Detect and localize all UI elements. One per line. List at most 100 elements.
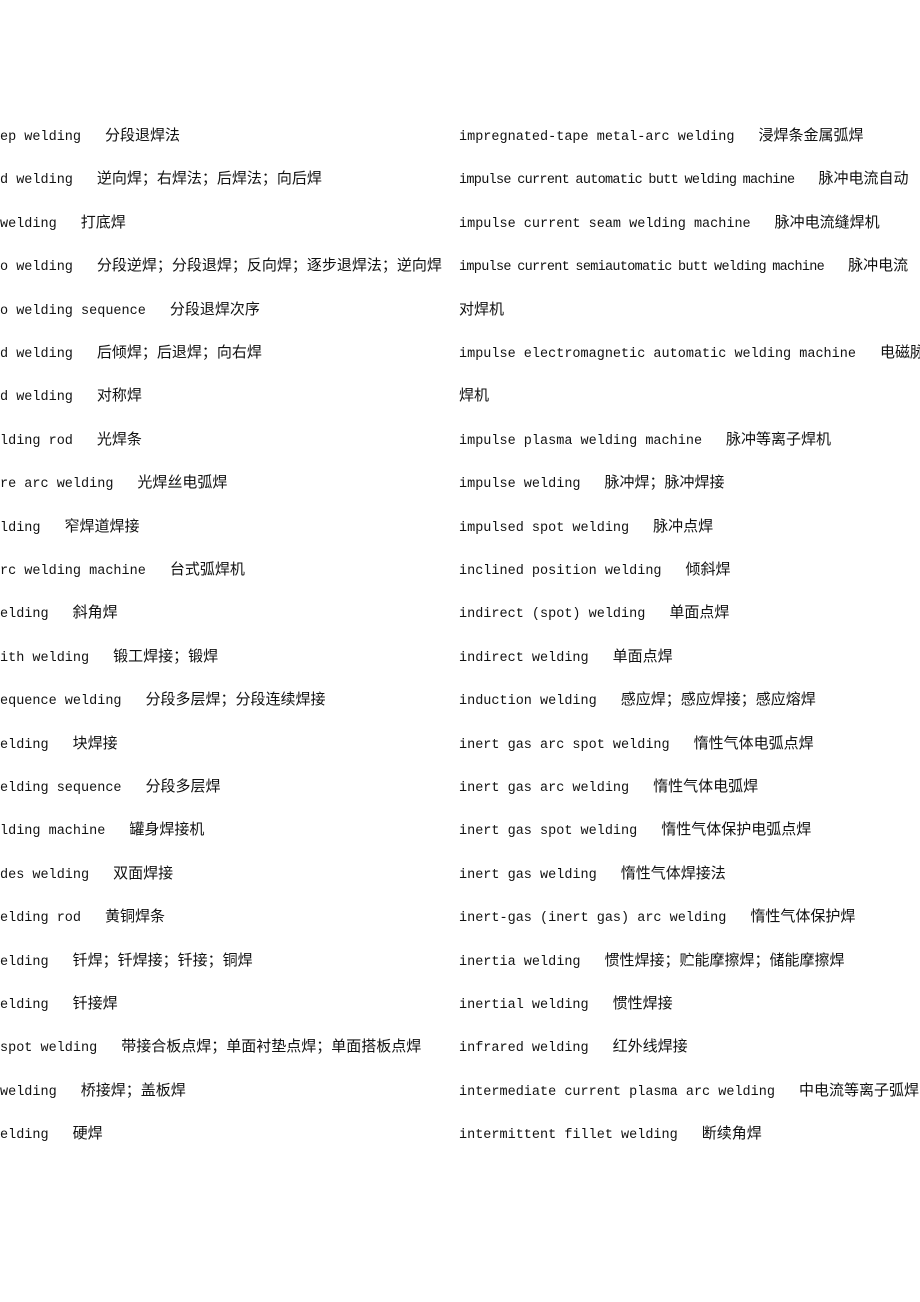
glossary-entry: des welding 双面焊接: [0, 861, 173, 885]
chinese-translation: 中电流等离子弧焊: [798, 1080, 919, 1099]
english-term: inert gas arc spot welding: [459, 737, 670, 753]
english-term: lding: [0, 520, 41, 536]
glossary-entry: inertial welding 惯性焊接: [459, 991, 673, 1015]
english-term: elding: [0, 954, 49, 970]
english-term: impulsed spot welding: [459, 520, 630, 536]
english-term: welding: [0, 1084, 57, 1100]
chinese-translation: 单面点焊: [612, 646, 673, 665]
chinese-translation: 锻工焊接；锻焊: [113, 646, 219, 665]
english-term: inert gas spot welding: [459, 824, 638, 840]
english-term: des welding: [0, 867, 90, 883]
english-term: o welding: [0, 260, 73, 276]
english-term: elding: [0, 607, 49, 623]
glossary-entry: spot welding 带接合板点焊；单面衬垫点焊；单面搭板点焊: [0, 1034, 421, 1058]
chinese-translation: 分段多层焊；分段连续焊接: [145, 690, 326, 709]
english-term: impulse plasma welding machine: [459, 433, 703, 449]
english-term: lding rod: [0, 433, 73, 449]
glossary-entry: re arc welding 光焊丝电弧焊: [0, 470, 227, 494]
chinese-translation: 台式弧焊机: [169, 560, 245, 578]
glossary-entry: impulse welding 脉冲焊；脉冲焊接: [459, 470, 725, 494]
chinese-translation: 惰性气体电弧点焊: [693, 733, 814, 752]
english-term: inclined position welding: [459, 564, 662, 579]
glossary-entry: inert gas arc spot welding 惰性气体电弧点焊: [459, 731, 814, 755]
english-term: infrared welding: [459, 1041, 589, 1057]
english-term: indirect (spot) welding: [459, 607, 646, 623]
english-term: elding sequence: [0, 781, 122, 796]
chinese-translation: 脉冲焊；脉冲焊接: [604, 473, 725, 492]
right-column: impregnated-tape metal-arc welding 浸焊条金属弧…: [459, 0, 920, 1302]
chinese-translation: 红外线焊接: [612, 1037, 688, 1056]
chinese-translation: 桥接焊；盖板焊: [80, 1080, 186, 1099]
english-term: re arc welding: [0, 477, 114, 493]
chinese-translation: 带接合板点焊；单面衬垫点焊；单面搭板点焊: [121, 1037, 422, 1056]
chinese-translation: 罐身焊接机: [129, 820, 205, 839]
chinese-translation: 断续角焊: [701, 1124, 762, 1143]
chinese-translation: 光焊条: [96, 429, 142, 448]
chinese-translation: 黄铜焊条: [105, 907, 166, 926]
glossary-entry: welding 打底焊: [0, 210, 126, 234]
chinese-translation: 斜角焊: [72, 603, 118, 622]
glossary-entry: elding rod 黄铜焊条: [0, 904, 165, 928]
english-term: indirect welding: [459, 650, 589, 666]
glossary-entry: d welding 对称焊: [0, 383, 142, 407]
chinese-translation: 惰性气体焊接法: [620, 863, 726, 882]
english-term: impulse welding: [459, 477, 581, 493]
chinese-translation: 浸焊条金属弧焊: [758, 126, 864, 144]
glossary-entry: impulse electromagnetic automatic weldin…: [459, 340, 920, 364]
glossary-entry: equence welding 分段多层焊；分段连续焊接: [0, 687, 326, 711]
english-term: elding: [0, 1128, 49, 1144]
glossary-entry: inert gas spot welding 惰性气体保护电弧点焊: [459, 817, 811, 841]
chinese-translation: 硬焊: [72, 1124, 103, 1143]
english-term: inertial welding: [459, 998, 589, 1013]
chinese-translation: 焊机: [459, 386, 490, 405]
english-term: impulse current seam welding machine: [459, 216, 751, 232]
english-term: d welding: [0, 347, 73, 362]
chinese-translation: 电磁脉: [879, 343, 920, 361]
glossary-entry: 对焊机: [459, 297, 504, 321]
english-term: inert-gas (inert gas) arc welding: [459, 911, 727, 927]
glossary-entry: o welding 分段逆焊；分段退焊；反向焊；逐步退焊法；逆向焊: [0, 253, 442, 277]
chinese-translation: 逆向焊；右焊法；后焊法；向后焊: [96, 169, 322, 188]
chinese-translation: 脉冲等离子焊机: [726, 429, 832, 448]
chinese-translation: 窄焊道焊接: [64, 516, 140, 535]
glossary-entry: welding 桥接焊；盖板焊: [0, 1078, 186, 1102]
chinese-translation: 惰性气体保护焊: [750, 907, 856, 926]
glossary-entry: o welding sequence 分段退焊次序: [0, 297, 260, 321]
glossary-entry: impregnated-tape metal-arc welding 浸焊条金属弧…: [459, 123, 863, 147]
english-term: ep welding: [0, 130, 82, 145]
english-term: ith welding: [0, 650, 90, 666]
english-term: d welding: [0, 173, 73, 189]
chinese-translation: 后倾焊；后退焊；向右焊: [96, 343, 262, 361]
chinese-translation: 钎焊；钎焊接；钎接；铜焊: [72, 950, 253, 969]
glossary-entry: impulse plasma welding machine 脉冲等离子焊机: [459, 427, 831, 451]
english-term: induction welding: [459, 694, 597, 710]
chinese-translation: 钎接焊: [72, 994, 118, 1012]
glossary-entry: elding 钎焊；钎焊接；钎接；铜焊: [0, 948, 253, 972]
chinese-translation: 惰性气体电弧焊: [653, 777, 759, 795]
glossary-entry: elding 块焊接: [0, 731, 118, 755]
chinese-translation: 双面焊接: [113, 863, 174, 882]
left-column: ep welding 分段退焊法 d welding 逆向焊；右焊法；后焊法；向后焊 …: [0, 0, 459, 1302]
glossary-entry: indirect welding 单面点焊: [459, 644, 673, 668]
english-term: elding: [0, 998, 49, 1013]
glossary-entry: rc welding machine 台式弧焊机: [0, 557, 245, 581]
glossary-entry: elding sequence 分段多层焊: [0, 774, 221, 798]
glossary-entry: induction welding 感应焊；感应焊接；感应熔焊: [459, 687, 816, 711]
english-term: lding machine: [0, 824, 106, 840]
english-term: equence welding: [0, 694, 122, 710]
glossary-entry: d welding 逆向焊；右焊法；后焊法；向后焊: [0, 166, 322, 190]
glossary-entry: intermediate current plasma arc welding 中…: [459, 1078, 919, 1102]
chinese-translation: 惯性焊接；贮能摩擦焊；储能摩擦焊: [604, 950, 845, 969]
chinese-translation: 倾斜焊: [685, 560, 731, 578]
chinese-translation: 分段逆焊；分段退焊；反向焊；逐步退焊法；逆向焊: [96, 256, 442, 275]
english-term: intermediate current plasma arc welding: [459, 1084, 775, 1100]
english-term: intermittent fillet welding: [459, 1128, 678, 1144]
chinese-translation: 脉冲点焊: [653, 516, 714, 535]
glossary-entry: lding rod 光焊条: [0, 427, 142, 451]
glossary-entry: elding 硬焊: [0, 1121, 103, 1145]
glossary-entry: lding machine 罐身焊接机: [0, 817, 204, 841]
glossary-entry: infrared welding 红外线焊接: [459, 1034, 688, 1058]
glossary-entry: impulsed spot welding 脉冲点焊: [459, 514, 713, 538]
chinese-translation: 脉冲电流自动: [818, 169, 909, 188]
english-term: impregnated-tape metal-arc welding: [459, 130, 735, 145]
